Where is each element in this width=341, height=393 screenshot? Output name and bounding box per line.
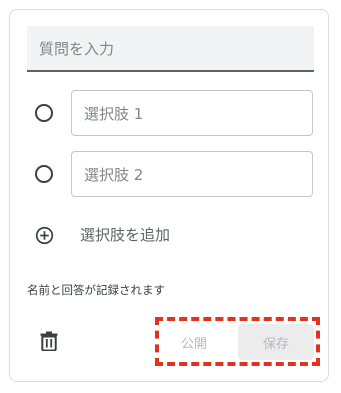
option-row-2: 選択肢 2: [0, 151, 341, 197]
option-1-input[interactable]: 選択肢 1: [71, 90, 313, 136]
option-1-placeholder: 選択肢 1: [84, 104, 144, 123]
publish-button[interactable]: 公開: [166, 324, 222, 360]
radio-button-option-1[interactable]: [35, 104, 53, 122]
option-2-input[interactable]: 選択肢 2: [71, 151, 313, 197]
option-2-placeholder: 選択肢 2: [84, 165, 144, 184]
radio-button-option-2[interactable]: [35, 165, 53, 183]
record-note: 名前と回答が記録されます: [27, 283, 165, 297]
add-circle-icon: [35, 226, 54, 245]
add-option-label: 選択肢を追加: [80, 226, 171, 244]
add-option-button[interactable]: 選択肢を追加: [0, 220, 341, 250]
question-placeholder: 質問を入力: [39, 39, 115, 58]
save-button[interactable]: 保存: [238, 324, 314, 360]
question-input[interactable]: 質問を入力: [27, 26, 314, 72]
option-row-1: 選択肢 1: [0, 90, 341, 136]
trash-icon[interactable]: [40, 331, 58, 351]
